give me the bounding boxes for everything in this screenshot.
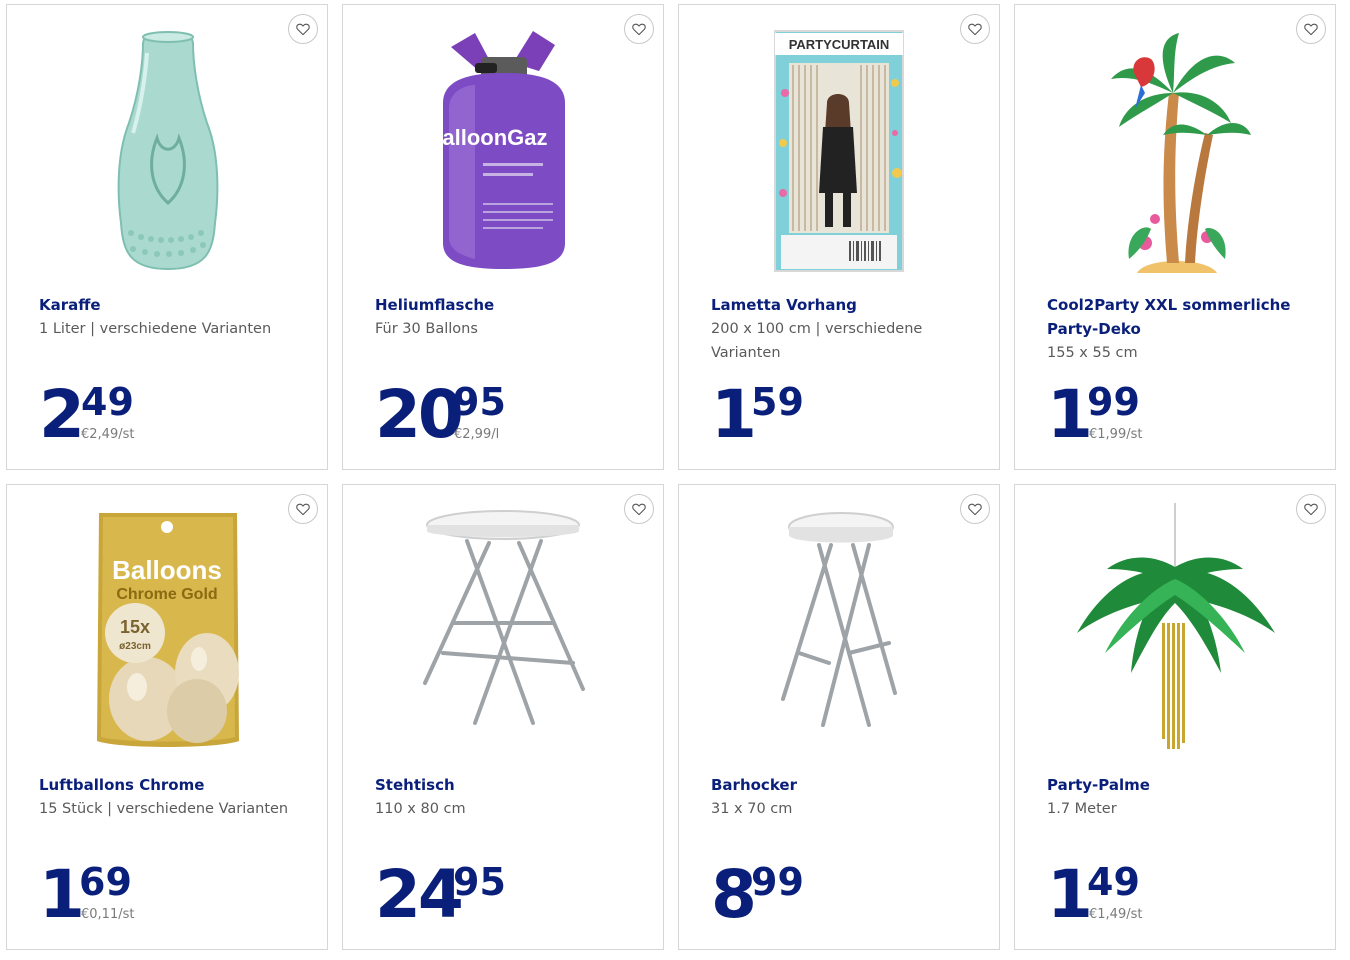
price-euros: 1 [1047,856,1093,933]
price-cents: 95 [453,380,506,424]
product-card-party-palme[interactable]: Party-Palme 1.7 Meter 1 49 €1,49/st [1014,484,1336,950]
product-image-party-curtain[interactable]: PARTYCURTAIN [719,23,961,273]
heart-outline-icon [968,503,982,516]
product-image-balloon-pack[interactable]: Balloons Chrome Gold 15x ø23cm [47,503,289,753]
unit-price: €2,99/l [454,427,500,442]
product-card-cool2party-deko[interactable]: Cool2Party XXL sommerliche Party-Deko 15… [1014,4,1336,470]
product-name[interactable]: Stehtisch [375,773,639,797]
party-curtain-image: PARTYCURTAIN [774,30,904,272]
balloon-pack-image: Balloons Chrome Gold 15x ø23cm [97,513,239,747]
pack-count: 15x [120,617,150,637]
price-cents: 69 [79,860,132,904]
heart-outline-icon [632,503,646,516]
product-description: 1.7 Meter [1047,801,1117,817]
product-image-carafe[interactable] [47,23,289,273]
price-cents: 99 [751,860,804,904]
heart-outline-icon [632,23,646,36]
favorite-button[interactable] [288,14,318,44]
product-description: 1 Liter | verschiedene Varianten [39,321,272,337]
product-grid: Karaffe 1 Liter | verschiedene Varianten… [6,4,1336,950]
product-card-heliumflasche[interactable]: BalloonGaz Heliumflasche Für 30 Ballons … [342,4,664,470]
product-description: Für 30 Ballons [375,321,478,337]
product-name[interactable]: Lametta Vorhang [711,293,975,317]
product-name-line2[interactable]: Party-Deko [1047,317,1311,341]
heart-outline-icon [1304,503,1318,516]
price-cents: 49 [1087,860,1140,904]
product-name[interactable]: Luftballons Chrome [39,773,303,797]
pack-subtitle: Chrome Gold [116,586,217,603]
price-euros: 1 [39,856,85,933]
product-name[interactable]: Karaffe [39,293,303,317]
helium-tank-image: BalloonGaz [426,31,565,269]
price-euros: 2 [39,376,85,453]
unit-price: €0,11/st [81,907,135,922]
unit-price: €1,49/st [1089,907,1143,922]
curtain-pack-label: PARTYCURTAIN [789,37,890,52]
product-image-bar-table[interactable] [383,503,625,753]
product-description-line2: Varianten [711,345,781,361]
unit-price: €2,49/st [81,427,135,442]
pack-title: Balloons [112,555,222,585]
price-cents: 49 [81,380,134,424]
product-name[interactable]: Heliumflasche [375,293,639,317]
product-card-luftballons-chrome[interactable]: Balloons Chrome Gold 15x ø23cm Luftballo… [6,484,328,950]
favorite-button[interactable] [1296,494,1326,524]
product-description: 200 x 100 cm | verschiedene [711,321,923,337]
price-euros: 1 [1047,376,1093,453]
product-image-palm-cutout[interactable] [1055,23,1297,273]
tank-label: BalloonGaz [426,125,547,150]
palm-tree-cutout-image [1111,33,1251,273]
price-cents: 99 [1087,380,1140,424]
product-description: 155 x 55 cm [1047,345,1138,361]
product-card-lametta-vorhang[interactable]: PARTYCURTAIN Lametta Vorhang 200 x 100 c… [678,4,1000,470]
heart-outline-icon [296,503,310,516]
price-euros: 20 [375,376,464,453]
glass-carafe-image [117,31,219,271]
heart-outline-icon [296,23,310,36]
product-description: 110 x 80 cm [375,801,466,817]
price-cents: 95 [453,860,506,904]
favorite-button[interactable] [1296,14,1326,44]
price-cents: 59 [751,380,804,424]
product-name[interactable]: Cool2Party XXL sommerliche [1047,293,1311,317]
product-description: 15 Stück | verschiedene Varianten [39,801,289,817]
favorite-button[interactable] [288,494,318,524]
pack-size: ø23cm [119,641,151,652]
product-description: 31 x 70 cm [711,801,793,817]
product-card-barhocker[interactable]: Barhocker 31 x 70 cm 8 99 [678,484,1000,950]
product-card-stehtisch[interactable]: Stehtisch 110 x 80 cm 24 95 [342,484,664,950]
bar-table-image [423,510,585,725]
favorite-button[interactable] [960,494,990,524]
heart-outline-icon [1304,23,1318,36]
product-image-hanging-palm[interactable] [1055,503,1297,753]
product-name[interactable]: Party-Palme [1047,773,1311,797]
product-card-karaffe[interactable]: Karaffe 1 Liter | verschiedene Varianten… [6,4,328,470]
bar-stool-image [781,512,897,727]
price-euros: 24 [375,856,464,933]
hanging-palm-image [1077,503,1275,749]
product-image-bar-stool[interactable] [719,503,961,753]
price-euros: 1 [711,376,757,453]
favorite-button[interactable] [960,14,990,44]
heart-outline-icon [968,23,982,36]
price-euros: 8 [711,856,757,933]
unit-price: €1,99/st [1089,427,1143,442]
product-name[interactable]: Barhocker [711,773,975,797]
favorite-button[interactable] [624,494,654,524]
favorite-button[interactable] [624,14,654,44]
product-image-helium-tank[interactable]: BalloonGaz [383,23,625,273]
